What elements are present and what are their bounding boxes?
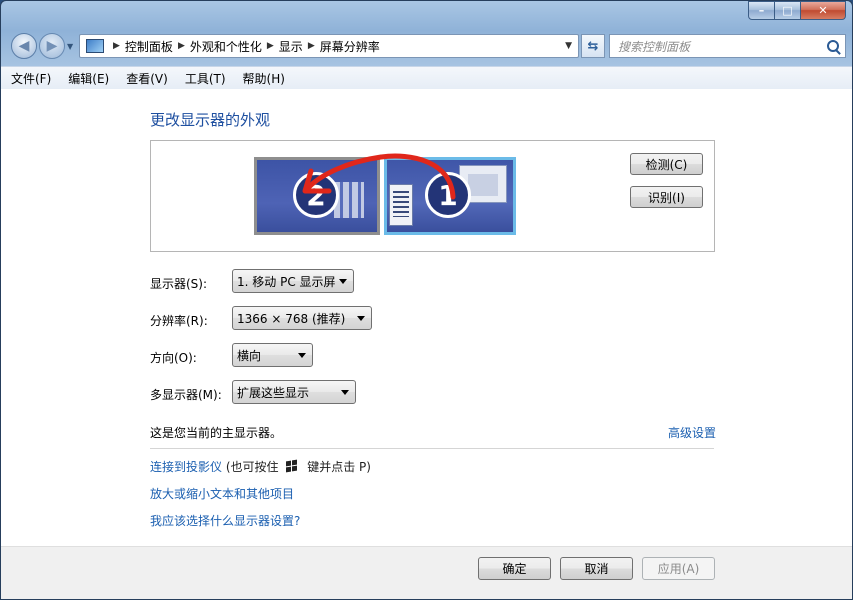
monitor-1-tile[interactable]: 1	[384, 157, 516, 235]
back-arrow-icon: ◀	[18, 38, 30, 54]
forward-button[interactable]: ▶	[39, 33, 65, 59]
display-select[interactable]: 1. 移动 PC 显示屏	[232, 269, 354, 293]
caption-buttons: – □ ✕	[748, 1, 846, 20]
monitor-2-tile[interactable]: 2	[254, 157, 380, 235]
multi-display-select[interactable]: 扩展这些显示	[232, 380, 356, 404]
apply-button[interactable]: 应用(A)	[642, 557, 715, 580]
minimize-button[interactable]: –	[748, 1, 775, 20]
breadcrumb-screen-resolution[interactable]: 屏幕分辨率	[320, 38, 380, 55]
breadcrumb-separator-icon[interactable]: ▶	[267, 41, 274, 51]
search-input[interactable]: 搜索控制面板	[618, 38, 690, 55]
menu-edit[interactable]: 编辑(E)	[68, 70, 109, 87]
display-settings-help-link[interactable]: 我应该选择什么显示器设置?	[150, 512, 300, 529]
forward-arrow-icon: ▶	[46, 38, 58, 54]
menu-bar: 文件(F) 编辑(E) 查看(V) 工具(T) 帮助(H)	[1, 66, 852, 90]
dialog-footer: 确定 取消 应用(A)	[1, 546, 852, 599]
ok-button[interactable]: 确定	[478, 557, 551, 580]
page-title: 更改显示器的外观	[150, 111, 271, 129]
display-select-value: 1. 移动 PC 显示屏	[237, 274, 336, 289]
primary-display-note: 这是您当前的主显示器。	[150, 426, 283, 440]
recent-pages-dropdown[interactable]: ▼	[67, 42, 73, 51]
detect-button[interactable]: 检测(C)	[630, 153, 703, 175]
chevron-down-icon	[298, 353, 306, 358]
menu-tools[interactable]: 工具(T)	[185, 70, 226, 87]
control-panel-window: – □ ✕ ◀ ▶ ▼ ▶ 控制面板 ▶ 外观和个性化 ▶ 显示 ▶ 屏幕分辨率…	[0, 0, 853, 600]
refresh-icon: ⇆	[587, 38, 599, 54]
content-area: 更改显示器的外观 2 1 检测(C) 识别(I) 显示器(S): 1. 移动 P…	[1, 89, 852, 599]
maximize-button[interactable]: □	[775, 1, 801, 20]
back-button[interactable]: ◀	[11, 33, 37, 59]
desktop-gadget-icon	[389, 184, 413, 226]
window-grid-icon	[334, 182, 364, 218]
windows-logo-icon	[286, 459, 299, 473]
monitor-preview: 2 1 检测(C) 识别(I)	[150, 140, 715, 252]
chevron-down-icon	[341, 390, 349, 395]
advanced-settings-link[interactable]: 高级设置	[668, 424, 716, 441]
search-box[interactable]: 搜索控制面板	[609, 34, 846, 58]
identify-button[interactable]: 识别(I)	[630, 186, 703, 208]
orientation-select-value: 横向	[237, 348, 262, 363]
orientation-select[interactable]: 横向	[232, 343, 313, 367]
address-bar[interactable]: ▶ 控制面板 ▶ 外观和个性化 ▶ 显示 ▶ 屏幕分辨率 ▼	[79, 34, 579, 58]
breadcrumb-separator-icon[interactable]: ▶	[178, 41, 185, 51]
refresh-button[interactable]: ⇆	[581, 34, 605, 58]
menu-view[interactable]: 查看(V)	[126, 70, 168, 87]
navigation-bar: ◀ ▶ ▼ ▶ 控制面板 ▶ 外观和个性化 ▶ 显示 ▶ 屏幕分辨率 ▼ ⇆ 搜…	[9, 33, 846, 59]
monitor-number-2: 2	[293, 172, 339, 218]
search-icon[interactable]	[827, 40, 839, 52]
address-dropdown-icon[interactable]: ▼	[565, 41, 572, 51]
orientation-label: 方向(O):	[150, 351, 197, 365]
menu-file[interactable]: 文件(F)	[11, 70, 51, 87]
resolution-select[interactable]: 1366 × 768 (推荐)	[232, 306, 372, 330]
resolution-select-value: 1366 × 768 (推荐)	[237, 311, 346, 326]
control-panel-icon	[86, 39, 104, 53]
projector-row: 连接到投影仪 (也可按住 键并点击 P)	[150, 458, 371, 475]
display-label: 显示器(S):	[150, 277, 208, 291]
close-button[interactable]: ✕	[801, 1, 846, 20]
multi-display-select-value: 扩展这些显示	[237, 385, 310, 400]
monitor-number-1: 1	[425, 172, 471, 218]
breadcrumb-separator-icon[interactable]: ▶	[113, 41, 120, 51]
zoom-text-link[interactable]: 放大或缩小文本和其他项目	[150, 485, 294, 502]
breadcrumb-separator-icon[interactable]: ▶	[308, 41, 315, 51]
chevron-down-icon	[357, 316, 365, 321]
multi-display-label: 多显示器(M):	[150, 388, 222, 402]
breadcrumb-appearance[interactable]: 外观和个性化	[190, 38, 262, 55]
projector-hint-prefix: (也可按住	[225, 460, 279, 474]
divider	[150, 448, 714, 449]
projector-hint-suffix: 键并点击 P)	[307, 460, 371, 474]
breadcrumb-display[interactable]: 显示	[279, 38, 303, 55]
resolution-label: 分辨率(R):	[150, 314, 208, 328]
menu-help[interactable]: 帮助(H)	[243, 70, 285, 87]
cancel-button[interactable]: 取消	[560, 557, 633, 580]
chevron-down-icon	[339, 279, 347, 284]
breadcrumb-control-panel[interactable]: 控制面板	[125, 38, 173, 55]
connect-projector-link[interactable]: 连接到投影仪	[150, 460, 222, 474]
